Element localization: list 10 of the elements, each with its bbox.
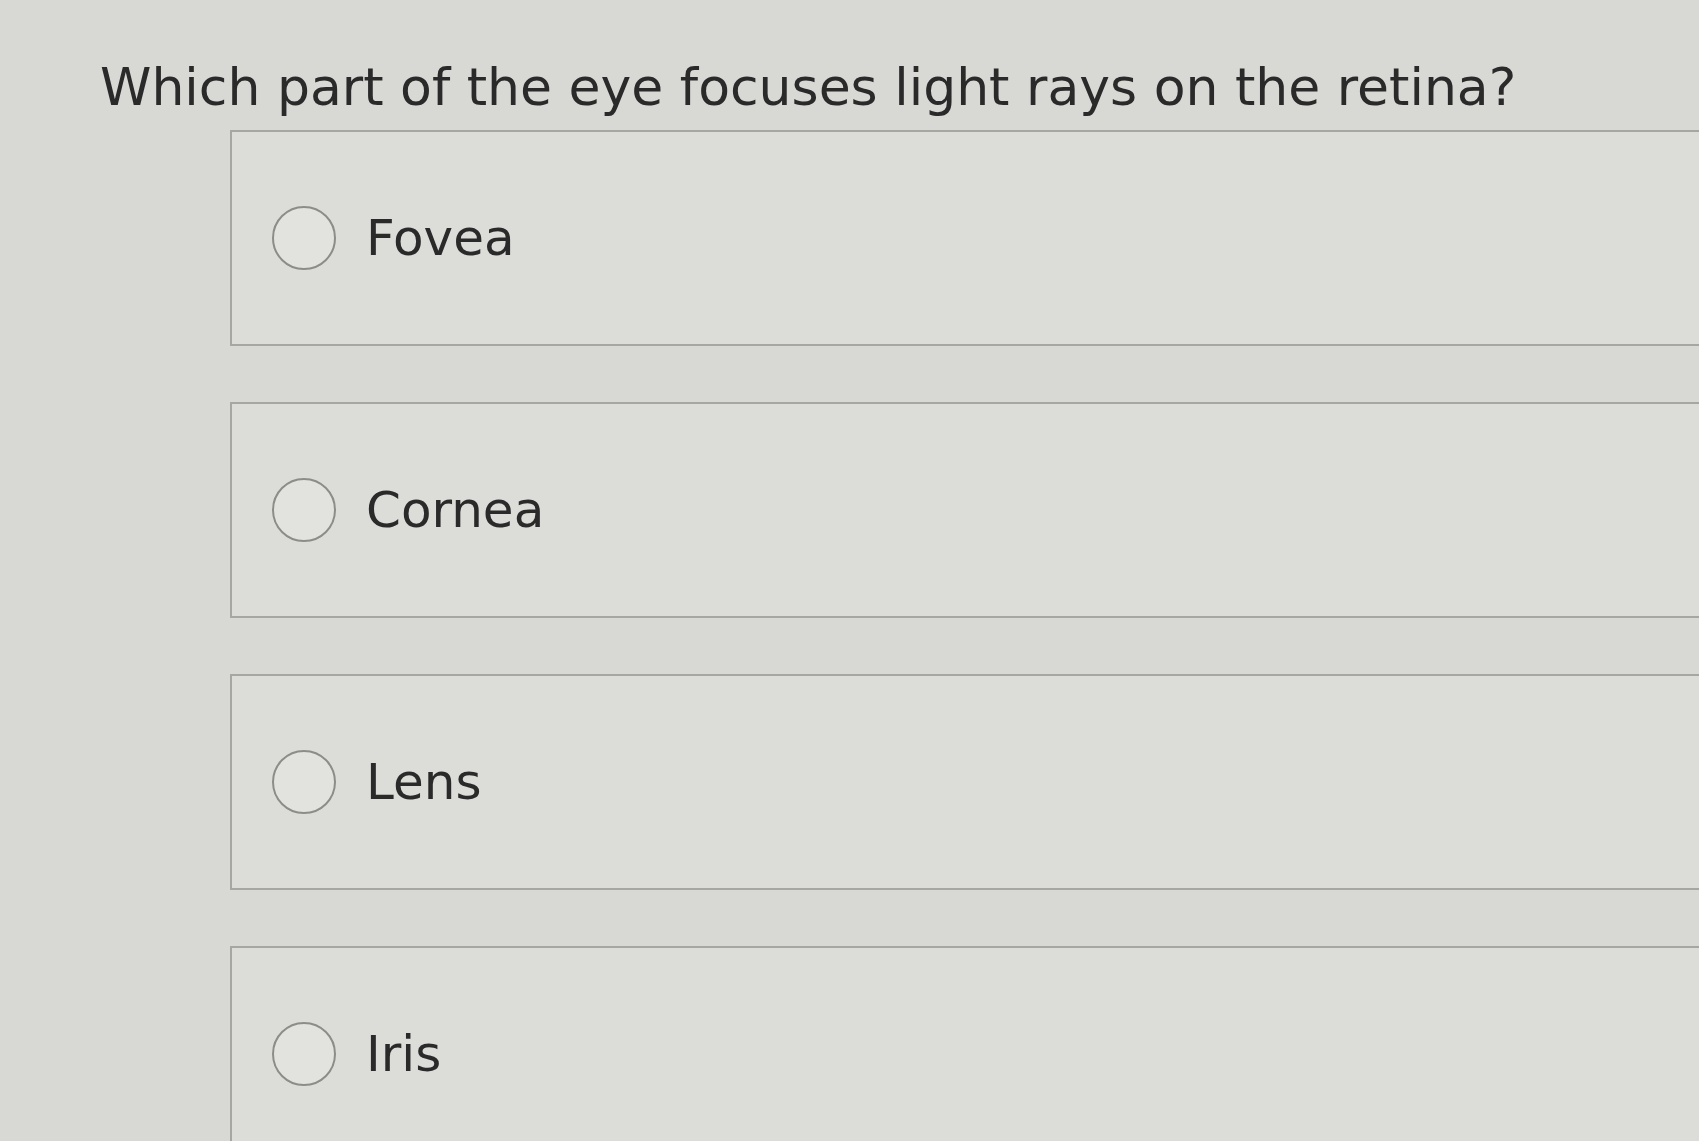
option-label: Fovea: [366, 209, 515, 267]
option-label: Cornea: [366, 481, 545, 539]
radio-button[interactable]: [272, 206, 336, 270]
question-text: Which part of the eye focuses light rays on the retina?: [100, 56, 1518, 119]
answer-option[interactable]: Cornea: [230, 402, 1699, 618]
answer-option[interactable]: Lens: [230, 674, 1699, 890]
option-label: Iris: [366, 1025, 442, 1083]
answer-option[interactable]: Iris: [230, 946, 1699, 1141]
answer-option[interactable]: Fovea: [230, 130, 1699, 346]
option-label: Lens: [366, 753, 482, 811]
